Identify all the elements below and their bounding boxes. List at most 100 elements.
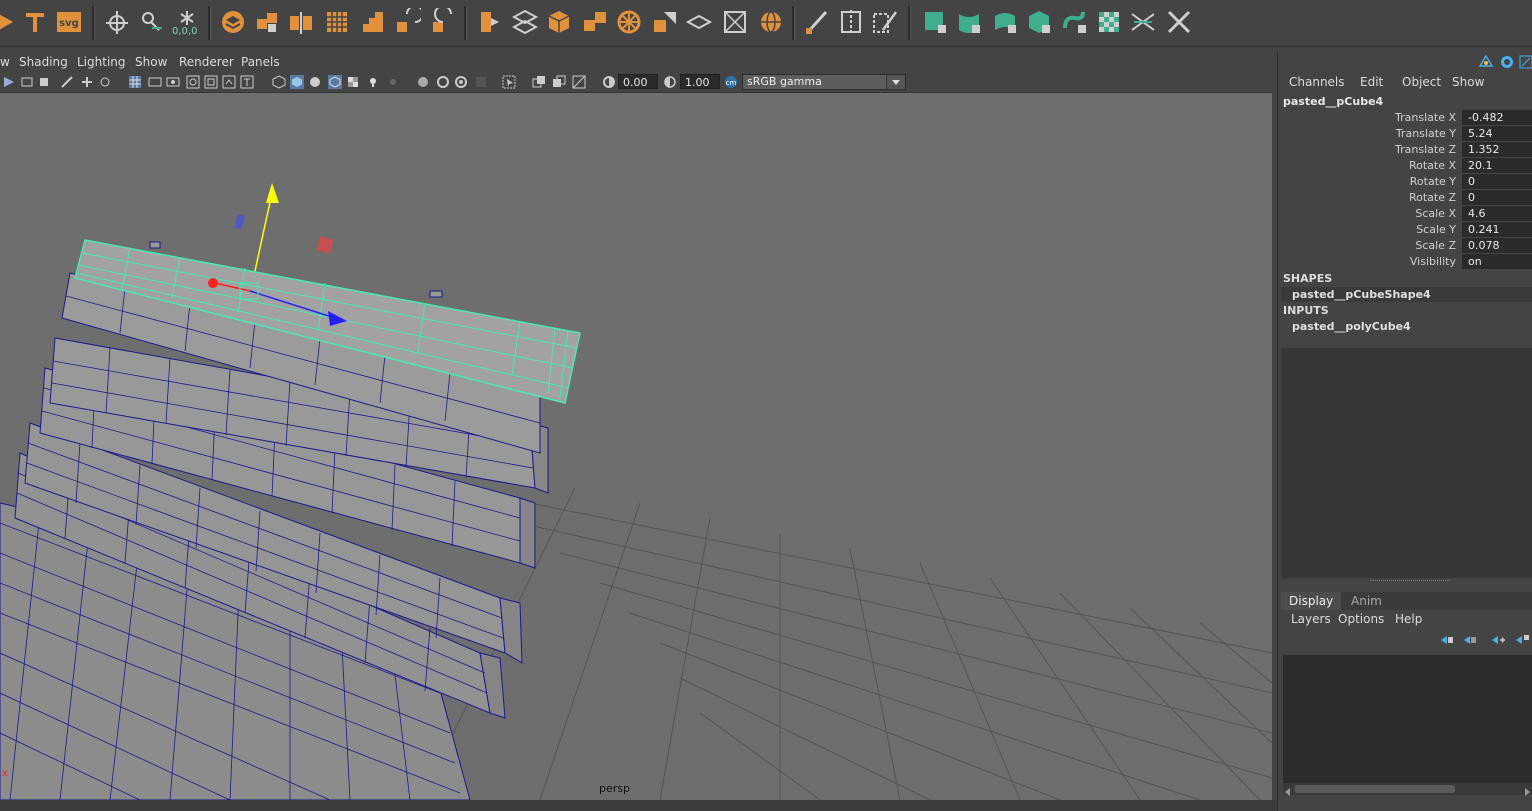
attr-value-scale-y[interactable]: 0.241	[1462, 222, 1532, 237]
image-plane-icon[interactable]	[60, 75, 74, 89]
merge-icon[interactable]	[580, 6, 610, 38]
attr-value-visibility[interactable]: on	[1462, 254, 1532, 269]
layer-list[interactable]	[1283, 655, 1532, 783]
field-chart-icon[interactable]	[186, 75, 200, 89]
object-name[interactable]: pasted__pCube4	[1283, 95, 1383, 108]
screen-space-ao-icon[interactable]	[552, 75, 566, 89]
attr-label-rotate-y[interactable]: Rotate Y	[1278, 175, 1456, 188]
scroll-left-icon[interactable]	[1284, 785, 1292, 796]
motion-blur-icon[interactable]	[572, 75, 586, 89]
menu-renderer[interactable]: Renderer	[179, 55, 234, 69]
uv-square-icon[interactable]	[920, 6, 950, 38]
attr-label-translate-x[interactable]: Translate X	[1278, 111, 1456, 124]
default-material-icon[interactable]	[308, 75, 322, 89]
bridge-icon[interactable]	[650, 6, 680, 38]
text-tool-button[interactable]	[20, 6, 50, 38]
safe-title-icon[interactable]	[222, 75, 236, 89]
target-weld-icon[interactable]	[720, 6, 750, 38]
stair-icon[interactable]	[358, 6, 388, 38]
menu-layers[interactable]: Layers	[1291, 612, 1331, 626]
shadows-icon[interactable]	[386, 75, 400, 89]
bevel-icon[interactable]	[510, 6, 540, 38]
attr-label-scale-z[interactable]: Scale Z	[1278, 239, 1456, 252]
exposure-icon[interactable]	[602, 75, 616, 89]
wireframe-grid-icon[interactable]	[128, 75, 142, 89]
xray-components-icon[interactable]	[454, 75, 468, 89]
shape-node-row[interactable]: pasted__pCubeShape4	[1281, 287, 1532, 302]
uv-cylinder-icon[interactable]	[954, 6, 984, 38]
move-layer-down-icon[interactable]	[1462, 633, 1478, 647]
panel-splitter-handle[interactable]	[1370, 580, 1450, 583]
tab-anim[interactable]: Anim	[1343, 592, 1390, 610]
attribute-editor-icon[interactable]	[1478, 54, 1494, 70]
text-overlay-icon[interactable]	[240, 75, 254, 89]
exposure-field[interactable]: 0.00	[618, 74, 658, 89]
edge-loop-icon[interactable]	[836, 6, 866, 38]
wireframe-on-shaded-icon[interactable]	[328, 75, 342, 89]
gate-mask-icon[interactable]	[166, 75, 180, 89]
svg-tool-button[interactable]: svg	[54, 6, 84, 38]
grid-icon[interactable]	[322, 6, 352, 38]
textured-icon[interactable]	[346, 75, 360, 89]
attr-label-rotate-x[interactable]: Rotate X	[1278, 159, 1456, 172]
camera-select-icon[interactable]	[2, 75, 16, 89]
layer-list-scrollbar[interactable]	[1283, 783, 1532, 796]
grid-toggle-icon[interactable]	[80, 75, 94, 89]
menu-object[interactable]: Object	[1402, 75, 1441, 89]
scroll-right-icon[interactable]	[1523, 785, 1531, 796]
attr-label-translate-z[interactable]: Translate Z	[1278, 143, 1456, 156]
uv-cube-icon[interactable]	[1024, 6, 1054, 38]
play-icon[interactable]	[0, 6, 22, 38]
checker-icon[interactable]	[1094, 6, 1124, 38]
attr-label-scale-x[interactable]: Scale X	[1278, 207, 1456, 220]
menu-lighting[interactable]: Lighting	[77, 55, 126, 69]
bookmark-icon[interactable]	[38, 75, 52, 89]
menu-view[interactable]: w	[0, 55, 10, 69]
sphere-grid-icon[interactable]	[756, 6, 786, 38]
multi-cut-icon[interactable]	[802, 6, 832, 38]
attr-value-translate-x[interactable]: -0.482	[1462, 110, 1532, 125]
scroll-thumb[interactable]	[1295, 785, 1455, 793]
tab-display[interactable]: Display	[1281, 592, 1342, 610]
attr-value-scale-x[interactable]: 4.6	[1462, 206, 1532, 221]
rotate-cycle-icon[interactable]	[392, 6, 422, 38]
uv-cut-icon[interactable]	[1128, 6, 1158, 38]
gamma-field[interactable]: 1.00	[680, 74, 720, 89]
uv-sew-icon[interactable]	[1164, 6, 1194, 38]
menu-shading[interactable]: Shading	[19, 55, 68, 69]
attr-value-rotate-x[interactable]: 20.1	[1462, 158, 1532, 173]
perspective-viewport[interactable]: x persp	[0, 93, 1272, 800]
new-layer-icon[interactable]	[1490, 633, 1506, 647]
isolate-select-icon[interactable]	[502, 75, 516, 89]
extrude-icon[interactable]	[474, 6, 504, 38]
attr-value-rotate-y[interactable]: 0	[1462, 174, 1532, 189]
freeze-transform-icon[interactable]	[136, 6, 166, 38]
uv-unfold-icon[interactable]	[1060, 6, 1090, 38]
color-space-dropdown[interactable]: sRGB gamma	[742, 74, 906, 90]
attr-label-scale-y[interactable]: Scale Y	[1278, 223, 1456, 236]
menu-show[interactable]: Show	[1452, 75, 1484, 89]
camera-attr-icon[interactable]	[20, 75, 34, 89]
smooth-shade-icon[interactable]	[290, 75, 304, 89]
cube-icon[interactable]	[544, 6, 574, 38]
attr-value-rotate-z[interactable]: 0	[1462, 190, 1532, 205]
wheel-icon[interactable]	[614, 6, 644, 38]
input-node-row[interactable]: pasted__polyCube4	[1281, 319, 1532, 334]
slide-edge-icon[interactable]	[870, 6, 900, 38]
menu-edit[interactable]: Edit	[1360, 75, 1383, 89]
xray-joints-icon[interactable]	[436, 75, 450, 89]
menu-help[interactable]: Help	[1395, 612, 1422, 626]
pivot-icon[interactable]	[102, 6, 132, 38]
layers-icon[interactable]	[218, 6, 248, 38]
gamma-icon[interactable]	[663, 75, 677, 89]
channel-box-icon[interactable]	[1519, 54, 1532, 70]
uv-sphere-icon[interactable]	[990, 6, 1020, 38]
attr-value-translate-y[interactable]: 5.24	[1462, 126, 1532, 141]
tool-settings-icon[interactable]	[1499, 54, 1515, 70]
move-layer-up-icon[interactable]	[1439, 633, 1455, 647]
wireframe-shade-icon[interactable]	[272, 75, 286, 89]
film-gate-icon[interactable]	[98, 75, 112, 89]
attr-value-scale-z[interactable]: 0.078	[1462, 238, 1532, 253]
new-layer-selected-icon[interactable]	[1514, 633, 1530, 647]
lights-icon[interactable]	[366, 75, 380, 89]
